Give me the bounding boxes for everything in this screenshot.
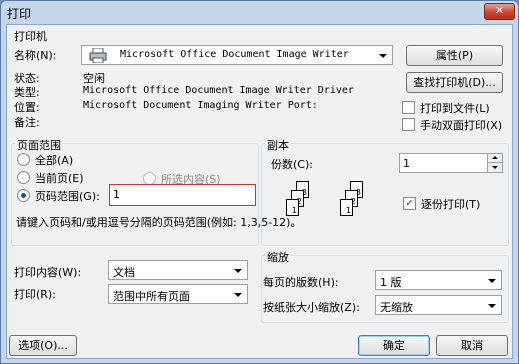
type-label: 类型:	[14, 86, 40, 99]
page-range-input[interactable]: 1	[109, 184, 256, 206]
find-printer-button[interactable]: 查找打印机(D)...	[406, 72, 503, 93]
location-value: Microsoft Document Imaging Writer Port:	[83, 100, 318, 111]
ok-button[interactable]: 确定	[358, 335, 430, 356]
chevron-down-icon	[488, 279, 496, 283]
chevron-down-icon	[234, 269, 242, 273]
manual-duplex-label: 手动双面打印(X)	[420, 119, 503, 132]
page-range-hint: 请键入页码和/或用逗号分隔的页码范围(例如: 1,3,5-12)。	[16, 216, 302, 229]
manual-duplex-checkbox[interactable]	[402, 118, 415, 131]
chevron-down-icon	[488, 304, 496, 308]
copies-count-label: 份数(C):	[271, 158, 313, 171]
comment-label: 备注:	[14, 116, 40, 129]
radio-current-page-label: 当前页(E)	[35, 172, 84, 185]
radio-page-range[interactable]	[17, 189, 30, 202]
radio-current-page[interactable]	[17, 171, 30, 184]
location-label: 位置:	[14, 101, 40, 114]
collate-checkbox[interactable]: ✓	[403, 197, 416, 210]
window-title: 打印	[7, 7, 32, 21]
scale-label: 按纸张大小缩放(Z):	[263, 301, 360, 314]
chevron-down-icon	[379, 54, 387, 58]
page-range-title: 页面范围	[15, 137, 63, 153]
print-what-combo[interactable]: 文档	[108, 260, 248, 280]
zoom-title: 缩放	[265, 249, 291, 265]
copies-title: 副本	[265, 137, 291, 153]
copies-group: 副本 份数(C): 1 3 2 1 3 2 1 ✓ 逐份打印(T)	[261, 137, 509, 246]
radio-all-label: 全部(A)	[35, 154, 74, 167]
printer-name-label: 名称(N):	[14, 49, 57, 62]
print-value: 范围中所有页面	[113, 290, 190, 303]
radio-all[interactable]	[17, 153, 30, 166]
printer-name-combo[interactable]: Microsoft Office Document Image Writer	[81, 45, 393, 65]
print-to-file-label: 打印到文件(L)	[420, 102, 490, 115]
collate-page-icon: 1	[286, 199, 299, 216]
pages-per-sheet-combo[interactable]: 1 版	[375, 270, 502, 290]
print-dialog: 打印 ✕ 打印机 名称(N): Microsoft Office Documen…	[0, 0, 519, 364]
status-value: 空闲	[83, 72, 105, 85]
title-bar: 打印 ✕	[1, 1, 518, 23]
type-value: Microsoft Office Document Image Writer D…	[83, 85, 354, 96]
print-label: 打印(R):	[14, 288, 56, 301]
collate-label: 逐份打印(T)	[421, 198, 481, 211]
scale-combo[interactable]: 无缩放	[375, 295, 502, 315]
pages-per-sheet-label: 每页的版数(H):	[263, 276, 339, 289]
chevron-down-icon	[234, 293, 242, 297]
page-range-group: 页面范围 全部(A) 当前页(E) 所选内容(S) 页码范围(G): 1 请键入…	[11, 137, 301, 246]
collate-page-icon: 1	[340, 199, 353, 216]
page-range-value: 1	[113, 188, 120, 201]
print-combo[interactable]: 范围中所有页面	[108, 284, 248, 304]
dialog-body: 打印机 名称(N): Microsoft Office Document Ima…	[6, 24, 513, 359]
copies-count-value: 1	[403, 157, 410, 170]
printer-name-value: Microsoft Office Document Image Writer	[120, 49, 349, 60]
cancel-button[interactable]: 取消	[436, 335, 508, 356]
zoom-group: 缩放 每页的版数(H): 1 版 按纸张大小缩放(Z): 无缩放	[261, 249, 509, 323]
options-button[interactable]: 选项(O)...	[9, 335, 77, 356]
properties-button[interactable]: 属性(P)	[406, 45, 503, 66]
radio-page-range-label: 页码范围(G):	[35, 190, 100, 203]
printer-section-title: 打印机	[14, 30, 47, 43]
printer-icon	[89, 48, 107, 63]
close-button[interactable]: ✕	[484, 3, 515, 20]
pages-per-sheet-value: 1 版	[380, 276, 402, 289]
print-what-value: 文档	[113, 266, 135, 279]
print-what-label: 打印内容(W):	[14, 266, 82, 279]
spin-down-icon[interactable]	[487, 163, 502, 172]
scale-value: 无缩放	[380, 301, 413, 314]
spin-up-icon[interactable]	[487, 154, 502, 163]
print-to-file-checkbox[interactable]	[402, 101, 415, 114]
copies-spinner[interactable]: 1	[399, 153, 503, 173]
